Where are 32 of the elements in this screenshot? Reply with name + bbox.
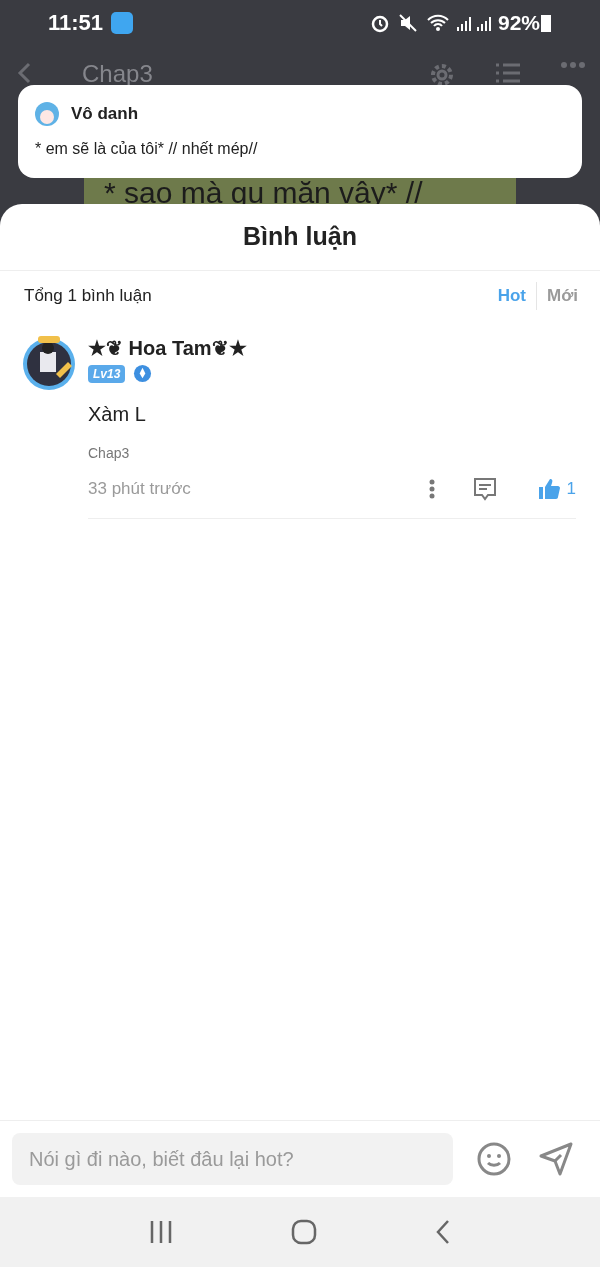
- level-badge: Lv13: [88, 364, 126, 383]
- mute-icon: [397, 12, 418, 33]
- send-icon[interactable]: [538, 1141, 574, 1177]
- notification-sender: Vô danh: [71, 103, 139, 125]
- wifi-icon: [425, 12, 450, 33]
- more-icon[interactable]: [560, 61, 586, 69]
- notification-card[interactable]: Vô danh * em sẽ là của tôi* // nhết mép//: [18, 85, 582, 178]
- comment-chapter: Chap3: [88, 444, 131, 463]
- emoji-icon[interactable]: [476, 1141, 512, 1177]
- recent-apps-icon[interactable]: [149, 1220, 173, 1244]
- avatar-icon: [35, 101, 59, 126]
- battery-icon: [540, 12, 552, 33]
- status-time: 11:51: [48, 9, 104, 37]
- list-icon[interactable]: [494, 61, 522, 85]
- comment-author[interactable]: ★❦ Hoa Tam❦★: [88, 336, 576, 360]
- comment-text: Xàm L: [88, 402, 147, 427]
- comment-input[interactable]: Nói gì đi nào, biết đâu lại hot?: [12, 1133, 453, 1185]
- like-button[interactable]: 1: [536, 476, 576, 502]
- home-icon[interactable]: [291, 1219, 317, 1245]
- more-options-icon[interactable]: [428, 478, 435, 499]
- reply-icon[interactable]: [472, 476, 497, 501]
- notification-message: * em sẽ là của tôi* // nhết mép//: [35, 138, 259, 159]
- chapter-title: Chap3: [82, 61, 153, 87]
- battery-percent: 92%: [497, 9, 540, 36]
- sheet-title: Bình luận: [243, 221, 357, 253]
- comment-count: Tổng 1 bình luận: [24, 285, 152, 308]
- app-icon: [111, 11, 134, 34]
- pen-badge-icon: [133, 364, 153, 383]
- back-nav-icon[interactable]: [435, 1219, 451, 1245]
- sort-tab[interactable]: Hot: [497, 283, 526, 309]
- sort-tab[interactable]: Mới: [547, 283, 578, 309]
- comment-time: 33 phút trước: [88, 478, 191, 500]
